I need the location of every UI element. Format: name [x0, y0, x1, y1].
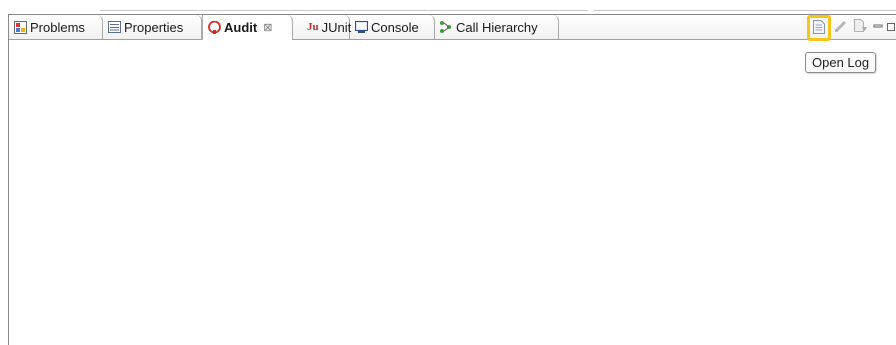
maximize-button[interactable]: [885, 17, 896, 37]
minimize-icon: [873, 20, 883, 35]
tab-console[interactable]: Console: [350, 15, 435, 39]
edit-icon: [834, 19, 848, 36]
tab-problems[interactable]: Problems: [9, 15, 103, 39]
call-hierarchy-icon: [439, 20, 453, 34]
console-icon: [354, 20, 368, 34]
top-separator: [0, 0, 896, 14]
audit-icon: [207, 20, 221, 35]
view-toolbar: [807, 15, 896, 41]
tab-label: Console: [371, 19, 419, 35]
export-button[interactable]: [851, 17, 871, 37]
export-icon: [854, 18, 868, 36]
maximize-icon: [886, 20, 896, 35]
junit-icon: Ju: [307, 21, 319, 33]
tab-audit[interactable]: Audit ⊠: [202, 15, 293, 40]
properties-icon: [107, 20, 121, 34]
close-icon[interactable]: ⊠: [263, 21, 272, 34]
tab-junit[interactable]: Ju JUnit: [293, 15, 352, 39]
tab-label: JUnit: [321, 19, 352, 35]
tooltip: Open Log: [805, 52, 877, 73]
tab-properties[interactable]: Properties: [103, 15, 202, 39]
open-log-icon: [813, 19, 825, 37]
edit-button[interactable]: [831, 17, 851, 37]
view-tab-bar: Problems Properties Audit ⊠ Ju JUnit Con…: [9, 15, 896, 41]
audit-view-panel: Problems Properties Audit ⊠ Ju JUnit Con…: [8, 14, 896, 345]
tab-label: Problems: [30, 19, 85, 35]
tab-call-hierarchy[interactable]: Call Hierarchy: [435, 15, 559, 39]
problems-icon: [13, 20, 27, 34]
minimize-button[interactable]: [871, 17, 885, 37]
open-log-button[interactable]: [807, 15, 831, 41]
tab-label: Properties: [124, 19, 184, 35]
tab-label: Audit: [224, 20, 258, 35]
tab-label: Call Hierarchy: [456, 19, 538, 35]
